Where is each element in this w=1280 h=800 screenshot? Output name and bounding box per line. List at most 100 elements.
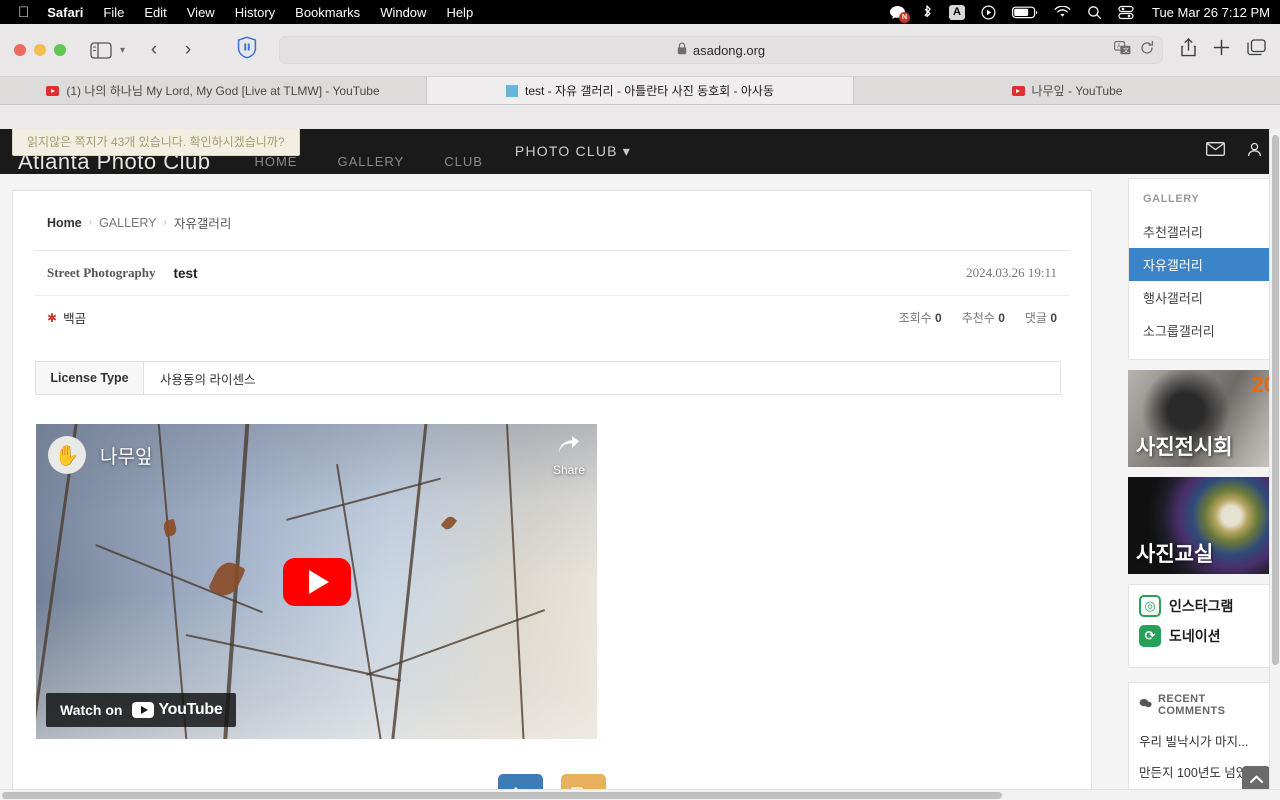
share-button[interactable]: Share xyxy=(553,436,585,479)
reload-icon[interactable] xyxy=(1140,41,1154,60)
user-icon[interactable] xyxy=(1247,142,1262,162)
main-content-column: Home › GALLERY › 자유갤러리 Street Photograph… xyxy=(0,174,1128,800)
back-button[interactable]: ‹ xyxy=(139,39,169,61)
recent-comment-item[interactable]: 우리 빌낙시가 마지... xyxy=(1129,725,1279,756)
tab-title: 나무잎 - YouTube xyxy=(1032,82,1123,99)
menu-item-window[interactable]: Window xyxy=(380,5,426,20)
unread-messages-toast[interactable]: 읽지않은 쪽지가 43개 있습니다. 확인하시겠습니까? xyxy=(12,129,300,156)
social-links: ◎ 인스타그램 ⟳ 도네이션 xyxy=(1128,584,1280,668)
donation-icon: ⟳ xyxy=(1139,625,1161,647)
scrollbar-thumb[interactable] xyxy=(2,792,1002,799)
youtube-favicon-icon xyxy=(46,86,59,96)
donation-link[interactable]: ⟳ 도네이션 xyxy=(1139,625,1271,647)
tab-title: (1) 나의 하나님 My Lord, My God [Live at TLMW… xyxy=(66,82,379,99)
comment-bubble-icon xyxy=(1139,698,1152,712)
gallery-menu-heading: GALLERY xyxy=(1129,189,1279,215)
breadcrumb-gallery[interactable]: GALLERY xyxy=(99,216,156,230)
menu-item-safari[interactable]: Safari xyxy=(47,5,83,20)
menu-item-help[interactable]: Help xyxy=(446,5,473,20)
banner-photo-exhibition[interactable]: 20 사진전시회 xyxy=(1128,370,1280,467)
lock-icon xyxy=(677,42,687,58)
license-table: License Type 사용동의 라이센스 xyxy=(35,361,1061,395)
close-button[interactable] xyxy=(14,44,26,56)
breadcrumb-separator: › xyxy=(164,217,167,228)
breadcrumb-home[interactable]: Home xyxy=(47,216,82,230)
sidebar-toggle-icon[interactable] xyxy=(88,39,114,61)
address-bar[interactable]: asadong.org A文 xyxy=(279,36,1163,64)
star-icon: ✱ xyxy=(47,311,57,325)
sidebar-item-event-gallery[interactable]: 행사갤러리 xyxy=(1129,281,1279,314)
browser-tab-2-active[interactable]: test - 자유 갤러리 - 아틀란타 사진 동호회 - 아사동 xyxy=(427,77,854,104)
stat-comments: 댓글 0 xyxy=(1025,309,1057,326)
sidebar-item-free-gallery[interactable]: 자유갤러리 xyxy=(1129,248,1279,281)
page-vertical-scrollbar[interactable] xyxy=(1269,129,1280,800)
breadcrumb-separator: › xyxy=(89,217,92,228)
maximize-button[interactable] xyxy=(54,44,66,56)
breadcrumb-current: 자유갤러리 xyxy=(174,213,232,232)
input-source-icon[interactable]: A xyxy=(949,5,965,20)
menu-item-edit[interactable]: Edit xyxy=(144,5,166,20)
share-icon[interactable] xyxy=(1181,38,1196,62)
now-playing-icon[interactable] xyxy=(981,5,996,20)
post-date: 2024.03.26 19:11 xyxy=(966,265,1057,281)
toolbar-right-actions xyxy=(1181,38,1266,62)
mail-icon[interactable] xyxy=(1206,142,1225,161)
menu-item-file[interactable]: File xyxy=(103,5,124,20)
menubar-clock[interactable]: Tue Mar 26 7:12 PM xyxy=(1152,5,1270,20)
sidebar-item-small-group-gallery[interactable]: 소그룹갤러리 xyxy=(1129,314,1279,347)
site-favicon-icon xyxy=(506,85,518,97)
stat-recommends-value: 0 xyxy=(998,311,1005,325)
page-horizontal-scrollbar[interactable] xyxy=(0,789,1280,800)
video-title[interactable]: 나무잎 xyxy=(100,442,152,469)
wifi-icon[interactable] xyxy=(1054,6,1071,19)
macos-menubar:  Safari File Edit View History Bookmark… xyxy=(0,0,1280,24)
battery-icon[interactable] xyxy=(1012,6,1038,19)
adguard-shield-icon[interactable] xyxy=(237,36,257,64)
post-title-row: Street Photography test 2024.03.26 19:11 xyxy=(35,250,1069,295)
play-button[interactable] xyxy=(283,558,351,606)
browser-tab-3[interactable]: 나무잎 - YouTube xyxy=(854,77,1280,104)
post-author[interactable]: 백곰 xyxy=(63,308,86,327)
channel-avatar[interactable]: ✋ xyxy=(48,436,86,474)
scrollbar-thumb[interactable] xyxy=(1272,135,1279,665)
stat-recommends: 추천수 0 xyxy=(962,309,1005,326)
bluetooth-icon[interactable] xyxy=(922,5,933,20)
post-category[interactable]: Street Photography xyxy=(47,265,155,281)
instagram-link[interactable]: ◎ 인스타그램 xyxy=(1139,595,1271,617)
spotlight-search-icon[interactable] xyxy=(1087,5,1102,20)
window-controls xyxy=(14,44,66,56)
youtube-embed-player[interactable]: ✋ 나무잎 Share Watch on xyxy=(36,424,597,739)
site-header: Atlanta Photo Club HOME GALLERY CLUB PHO… xyxy=(0,129,1280,174)
sidebar-item-recommended-gallery[interactable]: 추천갤러리 xyxy=(1129,215,1279,248)
page-body: Home › GALLERY › 자유갤러리 Street Photograph… xyxy=(0,174,1280,800)
menu-item-bookmarks[interactable]: Bookmarks xyxy=(295,5,360,20)
new-tab-icon[interactable] xyxy=(1213,39,1230,61)
control-center-icon[interactable] xyxy=(1118,5,1134,20)
chevron-down-icon: ▾ xyxy=(623,143,631,159)
nav-item-photo-club[interactable]: PHOTO CLUB ▾ xyxy=(515,143,631,160)
menu-item-history[interactable]: History xyxy=(235,5,275,20)
url-text: asadong.org xyxy=(693,43,765,58)
forward-button[interactable]: › xyxy=(173,39,203,61)
tab-overview-icon[interactable] xyxy=(1247,39,1266,61)
minimize-button[interactable] xyxy=(34,44,46,56)
breadcrumb: Home › GALLERY › 자유갤러리 xyxy=(35,191,1069,250)
post-card: Home › GALLERY › 자유갤러리 Street Photograph… xyxy=(12,190,1092,800)
translate-icon[interactable]: A文 xyxy=(1114,41,1131,60)
post-title: test xyxy=(173,266,197,281)
browser-tab-1[interactable]: (1) 나의 하나님 My Lord, My God [Live at TLMW… xyxy=(0,77,427,104)
nav-item-gallery[interactable]: GALLERY xyxy=(337,154,404,169)
apple-menu-icon[interactable]:  xyxy=(18,5,29,20)
watch-on-youtube-button[interactable]: Watch on YouTube xyxy=(46,693,236,727)
menu-item-view[interactable]: View xyxy=(187,5,215,20)
sidebar-dropdown-chevron-down-icon[interactable]: ▾ xyxy=(120,45,125,56)
gallery-menu: GALLERY 추천갤러리 자유갤러리 행사갤러리 소그룹갤러리 xyxy=(1128,178,1280,360)
tab-title: test - 자유 갤러리 - 아틀란타 사진 동호회 - 아사동 xyxy=(525,82,774,99)
banner-photo-class[interactable]: 사진교실 xyxy=(1128,477,1280,574)
nav-item-home[interactable]: HOME xyxy=(254,154,297,169)
youtube-logo-icon: YouTube xyxy=(132,701,222,719)
safari-toolbar: ▾ ‹ › asadong.org A文 xyxy=(0,24,1280,77)
site-header-actions xyxy=(1206,142,1262,162)
nav-item-club[interactable]: CLUB xyxy=(444,154,483,169)
messages-icon[interactable]: N xyxy=(889,5,906,20)
